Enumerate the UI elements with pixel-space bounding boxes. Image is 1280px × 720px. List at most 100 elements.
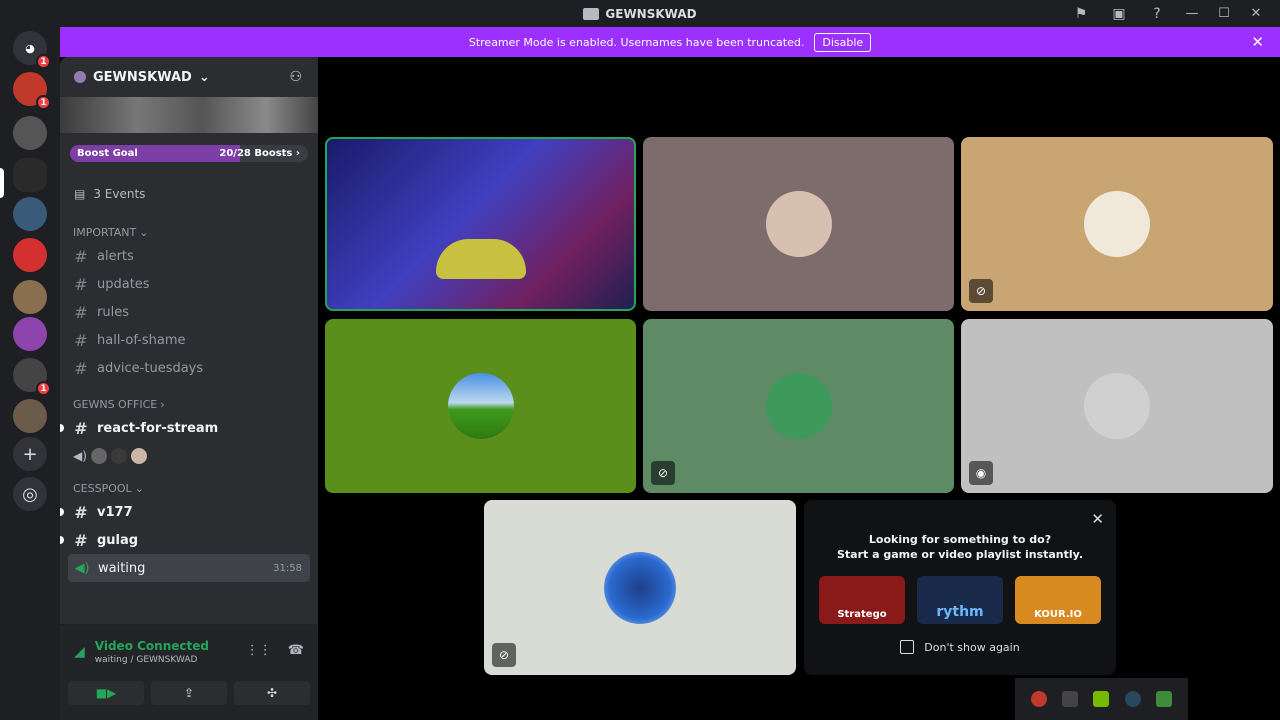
activity-prompt: Looking for something to do? Start a gam… xyxy=(837,533,1083,561)
server-icon-gewnskwad[interactable] xyxy=(13,158,47,192)
add-server-icon[interactable]: + xyxy=(13,437,47,471)
events-item[interactable]: ▤ 3 Events xyxy=(60,180,318,208)
avatar xyxy=(1084,191,1150,257)
inbox-icon[interactable]: ▣ xyxy=(1100,0,1138,27)
dont-show-label: Don't show again xyxy=(924,640,1020,654)
maximize-button[interactable]: ☐ xyxy=(1208,0,1240,27)
channel-v177[interactable]: # v177 xyxy=(60,498,318,526)
close-window-button[interactable]: ✕ xyxy=(1240,0,1272,27)
channel-rules[interactable]: # rules xyxy=(60,298,318,326)
server-icon[interactable] xyxy=(13,317,47,351)
video-stream-tile[interactable] xyxy=(325,137,636,311)
dont-show-checkbox[interactable] xyxy=(900,640,915,654)
avatar xyxy=(765,373,832,439)
participant-tile[interactable]: ◉ xyxy=(961,319,1273,493)
server-icon[interactable] xyxy=(13,197,47,231)
category-important[interactable]: IMPORTANT ⌄ xyxy=(60,222,318,242)
server-icon[interactable]: 1 xyxy=(13,72,51,110)
server-icon[interactable] xyxy=(13,399,47,433)
disable-button[interactable]: Disable xyxy=(814,32,872,52)
channel-gulag[interactable]: # gulag xyxy=(60,526,318,554)
avatar[interactable] xyxy=(90,448,107,464)
speaking-icon: ◉ xyxy=(969,461,993,485)
server-icon[interactable] xyxy=(13,116,47,150)
hash-icon: # xyxy=(74,246,88,266)
activity-stratego[interactable]: Stratego xyxy=(819,576,905,624)
hash-icon: # xyxy=(74,418,88,438)
category-gewns-office[interactable]: GEWNS OFFICE › xyxy=(60,394,318,414)
video-off-icon: ⊘ xyxy=(969,279,993,303)
participant-tile[interactable]: ⊘ xyxy=(961,137,1273,311)
help-icon[interactable]: ? xyxy=(1138,0,1176,27)
unread-indicator xyxy=(60,508,64,516)
tray-app-icon[interactable] xyxy=(1156,691,1173,707)
activities-icon: ✣ xyxy=(266,686,278,700)
calendar-icon: ▤ xyxy=(74,187,86,201)
channel-hall-of-shame[interactable]: # hall-of-shame xyxy=(60,326,318,354)
voice-connection-panel: ◢ Video Connected waiting / GEWNSKWAD ⋮⋮… xyxy=(60,624,318,720)
activity-list: Stratego rythm KOUR.IO xyxy=(804,576,1116,624)
channel-alerts[interactable]: # alerts xyxy=(60,242,318,270)
participant-tile[interactable]: ⊘ xyxy=(643,319,954,493)
channel-sidebar: GEWNSKWAD ⌄ ⚇ Boost Goal 20/28 Boosts › … xyxy=(60,57,318,720)
hash-icon: # xyxy=(74,358,88,378)
server-icon[interactable] xyxy=(13,238,47,272)
flag-icon[interactable]: ⚑ xyxy=(1062,0,1100,27)
voice-location: waiting / GEWNSKWAD xyxy=(94,655,198,665)
hash-icon: # xyxy=(74,502,88,522)
titlebar-tools: ⚑ ▣ ? — ☐ ✕ xyxy=(1062,0,1272,27)
close-icon[interactable]: ✕ xyxy=(1091,510,1104,528)
steam-icon[interactable] xyxy=(1124,691,1141,707)
dont-show-again-row[interactable]: Don't show again xyxy=(804,640,1116,654)
server-header[interactable]: GEWNSKWAD ⌄ xyxy=(60,57,318,97)
disconnect-icon[interactable]: ☎ xyxy=(288,643,304,658)
category-cesspool[interactable]: CESSPOOL ⌄ xyxy=(60,478,318,498)
voice-channel-waiting[interactable]: ◀) waiting 31:58 xyxy=(68,554,310,582)
boost-label: Boost Goal xyxy=(77,148,138,159)
boost-goal-bar[interactable]: Boost Goal 20/28 Boosts › xyxy=(70,145,308,162)
channel-react-for-stream[interactable]: # react-for-stream xyxy=(60,414,318,442)
nvidia-icon[interactable] xyxy=(1093,691,1110,707)
camera-button[interactable]: ■▶ xyxy=(68,681,144,705)
invite-people-icon[interactable]: ⚇ xyxy=(289,69,302,85)
participant-tile[interactable] xyxy=(325,319,636,493)
mic-muted-icon: ⊘ xyxy=(651,461,675,485)
minimize-button[interactable]: — xyxy=(1176,0,1208,27)
unread-indicator xyxy=(60,424,64,432)
server-icon[interactable]: 1 xyxy=(13,358,51,396)
tray-app-icon[interactable] xyxy=(1030,691,1047,707)
tray-app-icon[interactable] xyxy=(1062,691,1079,707)
hash-icon: # xyxy=(74,330,88,350)
discover-icon[interactable]: ◎ xyxy=(13,477,47,511)
voice-users-row: ◀) xyxy=(60,442,318,470)
banner-text: Streamer Mode is enabled. Usernames have… xyxy=(468,35,805,49)
avatar[interactable] xyxy=(110,448,127,464)
channel-updates[interactable]: # updates xyxy=(60,270,318,298)
activities-button[interactable]: ✣ xyxy=(234,681,310,705)
discord-home-icon[interactable]: ◕ 1 xyxy=(13,31,51,69)
speaker-icon: ◀) xyxy=(73,449,87,463)
participant-tile[interactable]: ⊘ xyxy=(484,500,796,675)
signal-icon[interactable]: ◢ xyxy=(74,644,85,660)
speaker-icon: ◀) xyxy=(74,560,90,576)
app-title: GEWNSKWAD xyxy=(583,7,697,21)
channel-advice-tuesdays[interactable]: # advice-tuesdays xyxy=(60,354,318,382)
close-icon[interactable]: ✕ xyxy=(1251,33,1264,51)
camera-icon: ■▶ xyxy=(95,686,117,700)
participant-tile[interactable] xyxy=(643,137,954,311)
hash-icon: # xyxy=(74,302,88,322)
screen-share-button[interactable]: ⇪ xyxy=(151,681,227,705)
server-icon[interactable] xyxy=(13,280,47,314)
avatar xyxy=(447,373,514,439)
activity-kour-io[interactable]: KOUR.IO xyxy=(1015,576,1101,624)
voice-status-title[interactable]: Video Connected xyxy=(95,639,209,653)
voice-timer: 31:58 xyxy=(273,562,302,574)
voice-controls: ⋮⋮ ☎ xyxy=(246,643,304,658)
activity-rythm[interactable]: rythm xyxy=(917,576,1003,624)
avatar[interactable] xyxy=(130,448,147,464)
voice-action-buttons: ■▶ ⇪ ✣ xyxy=(68,681,310,705)
noise-suppression-icon[interactable]: ⋮⋮ xyxy=(246,643,272,658)
title-bar: GEWNSKWAD ⚑ ▣ ? — ☐ ✕ xyxy=(0,0,1280,27)
hash-icon: # xyxy=(74,530,88,550)
video-off-icon: ⊘ xyxy=(492,643,516,667)
